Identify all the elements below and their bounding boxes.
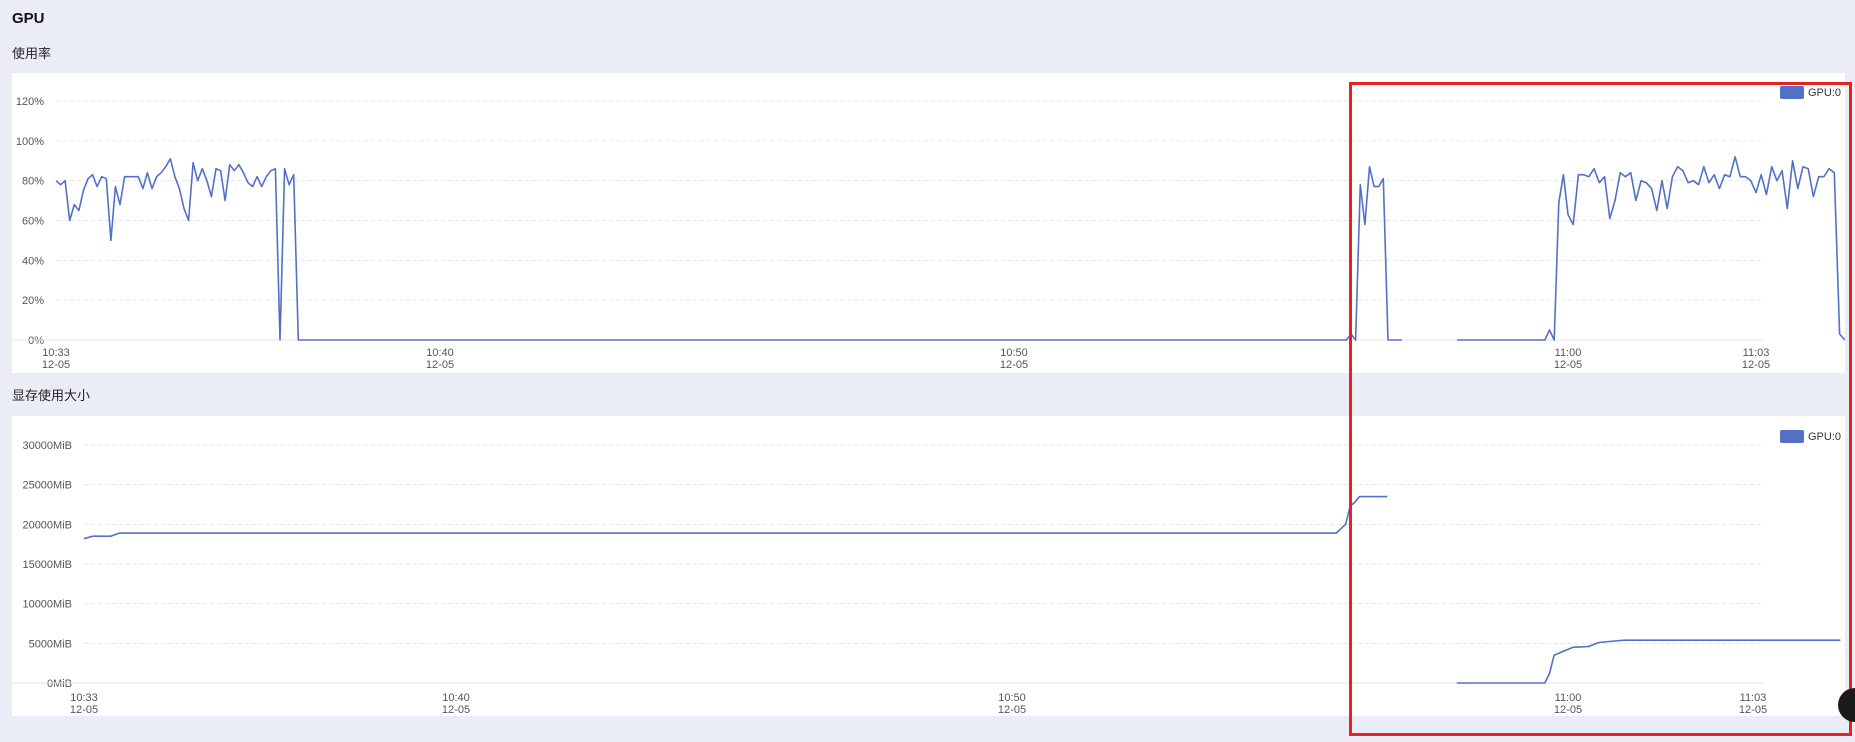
x-tick-date-label: 12-05: [998, 704, 1026, 716]
memory-chart-caption: 显存使用大小: [12, 388, 91, 403]
x-tick-date-label: 12-05: [1000, 359, 1028, 371]
x-tick-time-label: 10:33: [42, 347, 70, 359]
usage-chart-panel: 0% 20% 40% 60% 80% 100% 120% 10:33 12-05 10:40 12-…: [12, 73, 1845, 373]
y-tick-label: 80%: [22, 176, 44, 188]
y-tick-label: 20%: [22, 295, 44, 307]
usage-chart: 0%20%40%60%80%100%120%10:3312-0510:4012-…: [12, 96, 1845, 371]
memory-chart-panel: 0MiB 5000MiB 10000MiB 15000MiB 20000MiB 25000…: [12, 416, 1845, 716]
y-tick-label: 25000MiB: [22, 480, 72, 492]
x-tick-date-label: 12-05: [1554, 704, 1582, 716]
x-tick-date-label: 12-05: [426, 359, 454, 371]
series-line-gpu0: [1457, 156, 1845, 341]
series-line-gpu0: [1456, 639, 1841, 684]
y-tick-label: 40%: [22, 255, 44, 267]
memory-chart: 0MiB 5000MiB 10000MiB 15000MiB 20000MiB 25000…: [12, 440, 1841, 716]
y-tick-label: 5000MiB: [29, 638, 72, 650]
legend-label: GPU:0: [1807, 430, 1841, 443]
y-tick-label: 30000MiB: [22, 440, 72, 452]
memory-legend[interactable]: GPU:0: [1779, 430, 1841, 443]
x-tick-time-label: 11:00: [1555, 347, 1582, 359]
x-tick-time-label: 10:50: [1000, 347, 1028, 359]
x-tick-date-label: 12-05: [70, 704, 98, 716]
x-tick-date-label: 12-05: [1742, 359, 1770, 371]
usage-chart-caption: 使用率: [12, 46, 52, 61]
page-title: GPU: [12, 10, 45, 27]
x-tick-date-label: 12-05: [442, 704, 470, 716]
legend-swatch: [1779, 430, 1804, 443]
x-tick-time-label: 11:03: [1740, 692, 1767, 704]
y-tick-label: 10000MiB: [22, 599, 72, 611]
x-tick-time-label: 10:40: [426, 347, 454, 359]
series-line-gpu0: [83, 495, 1388, 540]
y-tick-label: 0MiB: [47, 678, 72, 690]
legend-label: GPU:0: [1807, 86, 1841, 99]
x-tick-date-label: 12-05: [42, 359, 70, 371]
x-tick-time-label: 11:00: [1555, 692, 1582, 704]
y-tick-label: 100%: [16, 136, 44, 148]
x-tick-date-label: 12-05: [1739, 704, 1767, 716]
y-tick-label: 15000MiB: [22, 559, 72, 571]
x-tick-time-label: 10:33: [70, 692, 98, 704]
x-tick-date-label: 12-05: [1554, 359, 1582, 371]
y-tick-label: 120%: [16, 96, 44, 108]
legend-swatch: [1779, 86, 1804, 99]
x-tick-time-label: 10:50: [998, 692, 1026, 704]
y-tick-label: 0%: [28, 335, 44, 347]
y-tick-label: 60%: [22, 216, 44, 228]
series-line-gpu0: [55, 158, 1402, 341]
y-tick-label: 20000MiB: [22, 519, 72, 531]
usage-legend[interactable]: GPU:0: [1779, 86, 1841, 99]
x-tick-time-label: 10:40: [442, 692, 470, 704]
x-tick-time-label: 11:03: [1743, 347, 1770, 359]
